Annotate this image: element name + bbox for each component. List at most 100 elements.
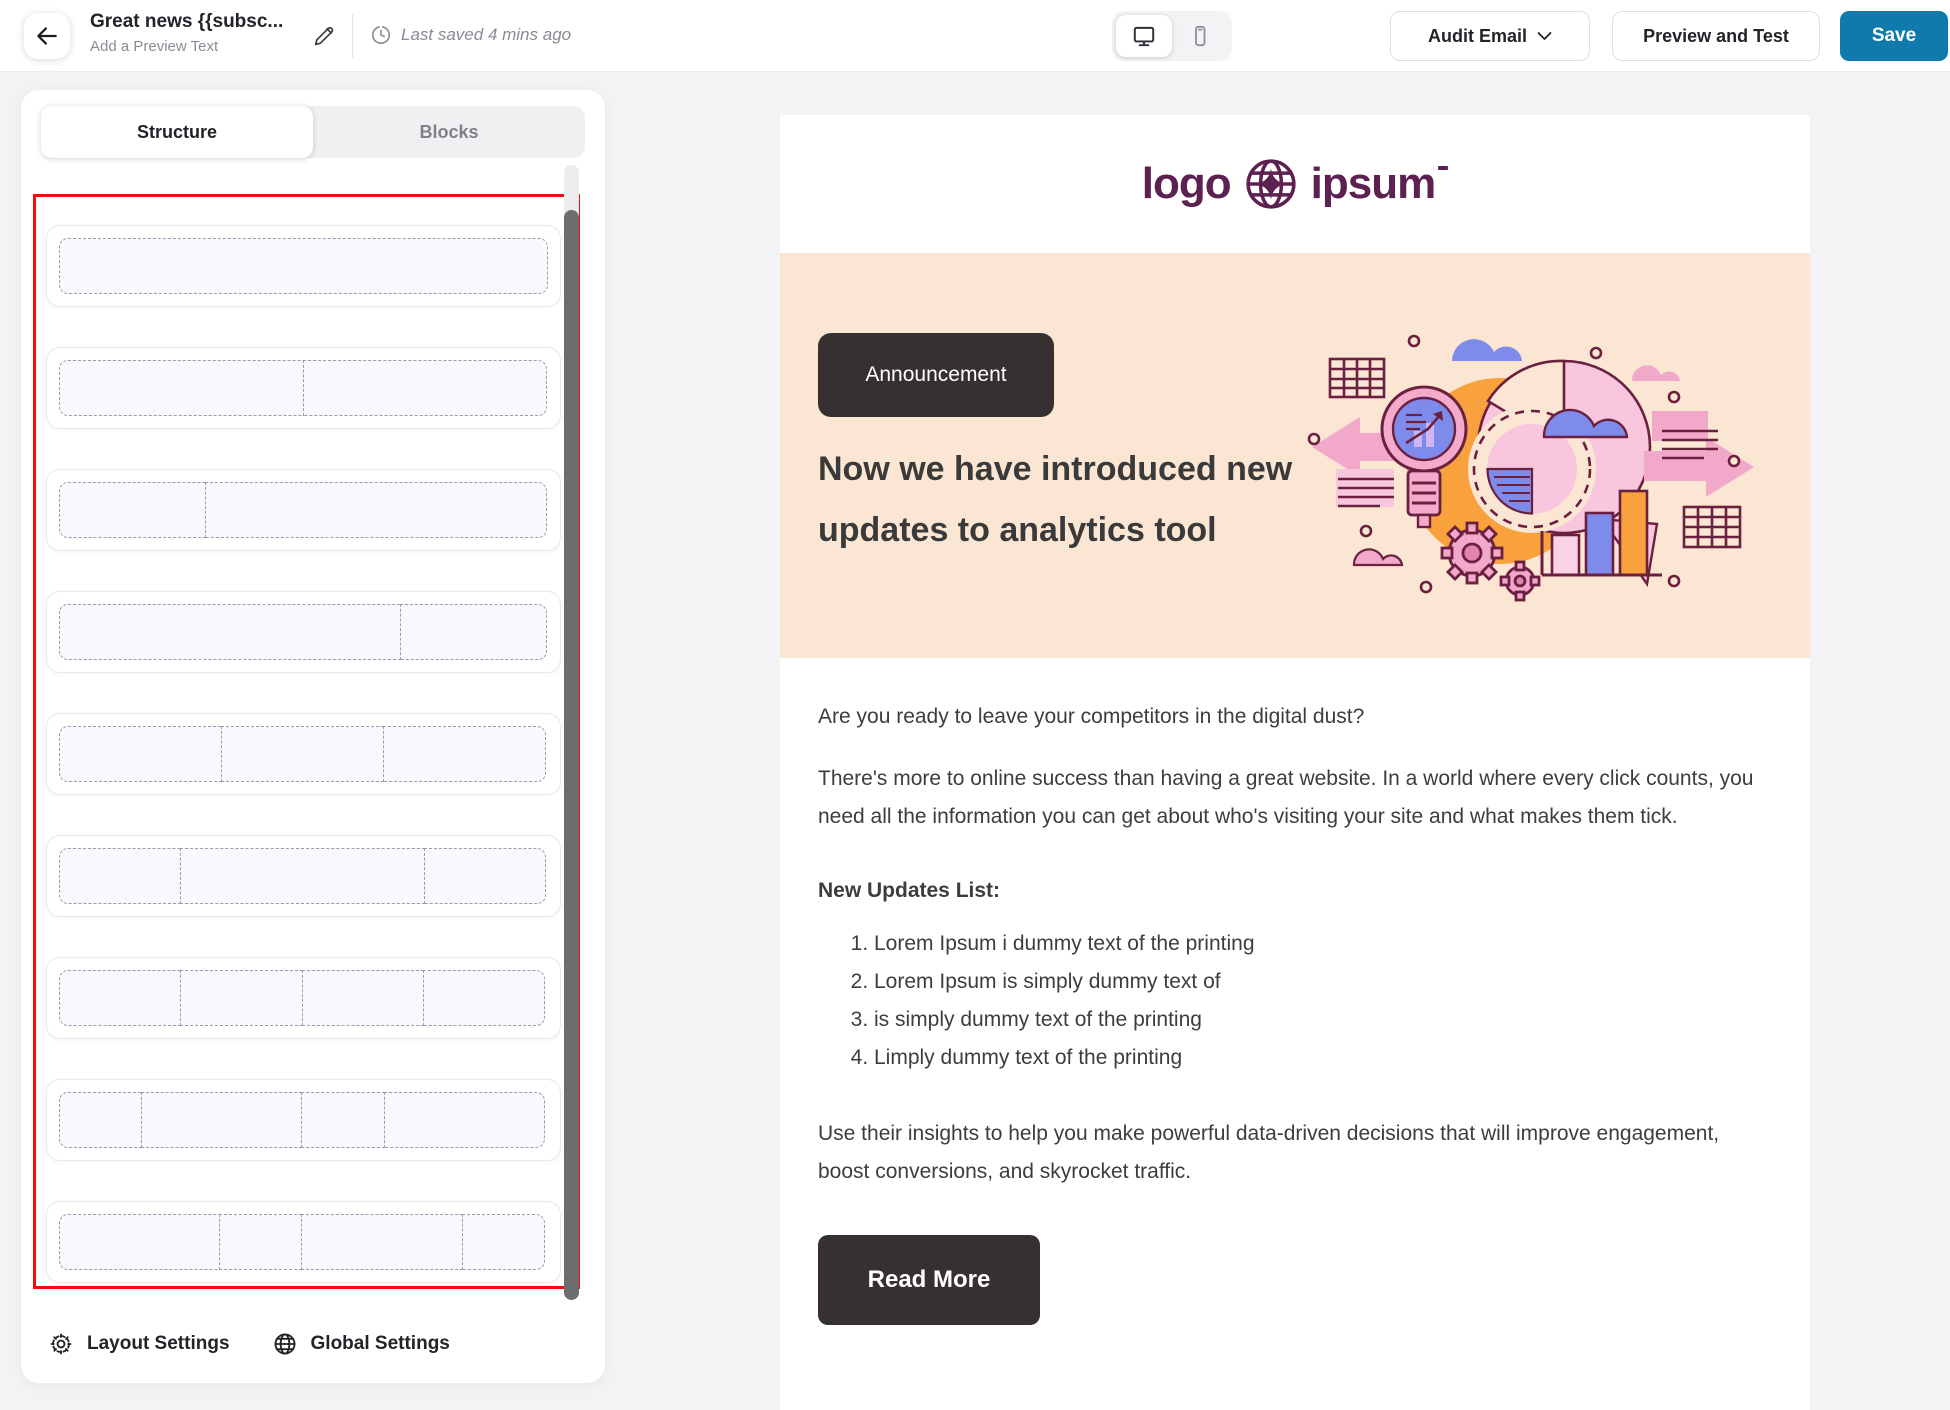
structure-column: [180, 848, 425, 904]
structure-option-2[interactable]: [46, 347, 561, 429]
structure-option-6[interactable]: [46, 835, 561, 917]
structure-option-4[interactable]: [46, 591, 561, 673]
device-preview-toggle: [1112, 11, 1232, 61]
structure-option-1[interactable]: [46, 225, 561, 307]
structure-option-columns: [59, 604, 548, 660]
structure-column: [301, 1092, 384, 1148]
updates-list-item[interactable]: Lorem Ipsum i dummy text of the printing: [874, 925, 1772, 963]
structure-option-columns: [59, 970, 548, 1026]
structure-option-3[interactable]: [46, 469, 561, 551]
layout-settings-label: Layout Settings: [87, 1333, 230, 1355]
structure-option-8[interactable]: [46, 1079, 561, 1161]
analytics-illustration: [1302, 319, 1772, 615]
structure-option-columns: [59, 726, 548, 782]
mobile-icon: [1188, 24, 1212, 48]
structure-column: [383, 726, 546, 782]
logo-word-right-text: ipsum: [1311, 159, 1436, 208]
structure-column: [59, 604, 401, 660]
layout-settings-button[interactable]: Layout Settings: [48, 1331, 230, 1357]
document-title-block: Great news {{subsc... Add a Preview Text: [90, 10, 283, 58]
structure-column: [59, 848, 181, 904]
structure-option-columns: [59, 1092, 548, 1148]
list-title[interactable]: New Updates List:: [818, 872, 1772, 910]
edit-title-icon[interactable]: [312, 24, 336, 48]
structure-option-9[interactable]: [46, 1201, 561, 1283]
editor-main-area: Structure Blocks Layout Settings Global …: [0, 72, 1950, 1410]
structure-option-7[interactable]: [46, 957, 561, 1039]
updates-list-item[interactable]: is simply dummy text of the printing: [874, 1001, 1772, 1039]
preview-text-link[interactable]: Add a Preview Text: [90, 36, 283, 58]
structure-column: [59, 482, 206, 538]
email-body[interactable]: Are you ready to leave your competitors …: [780, 658, 1810, 1325]
paragraph-intro[interactable]: Are you ready to leave your competitors …: [818, 698, 1772, 736]
gear-icon: [48, 1331, 74, 1357]
audit-email-label: Audit Email: [1428, 26, 1527, 47]
structure-column: [301, 1214, 462, 1270]
structure-column: [59, 238, 548, 294]
logo-word-right: ipsum: [1311, 159, 1449, 209]
tab-blocks[interactable]: Blocks: [313, 106, 585, 158]
structure-column: [423, 970, 545, 1026]
last-saved-text: Last saved 4 mins ago: [401, 25, 571, 45]
sidebar-scrollbar-thumb[interactable]: [564, 210, 579, 1300]
email-canvas[interactable]: logo ipsum Announcement Now we have intr…: [780, 115, 1810, 1410]
structure-option-columns: [59, 238, 548, 294]
structure-column: [59, 1092, 142, 1148]
global-settings-label: Global Settings: [311, 1333, 450, 1355]
global-settings-button[interactable]: Global Settings: [272, 1331, 450, 1357]
structure-options-list: [33, 194, 580, 1289]
structure-column: [400, 604, 547, 660]
tab-structure[interactable]: Structure: [41, 106, 313, 158]
structure-column: [59, 970, 181, 1026]
left-panel: Structure Blocks Layout Settings Global …: [21, 90, 605, 1383]
structure-column: [141, 1092, 302, 1148]
structure-column: [221, 726, 384, 782]
structure-column: [205, 482, 547, 538]
hero-heading[interactable]: Now we have introduced new updates to an…: [818, 439, 1318, 561]
announcement-badge[interactable]: Announcement: [818, 333, 1054, 417]
save-button[interactable]: Save: [1840, 11, 1948, 61]
logo-trademark-mark: [1438, 166, 1448, 170]
updates-list-item[interactable]: Lorem Ipsum is simply dummy text of: [874, 963, 1772, 1001]
structure-option-columns: [59, 848, 548, 904]
structure-column: [303, 360, 548, 416]
preview-and-test-button[interactable]: Preview and Test: [1612, 11, 1820, 61]
panel-tabs: Structure Blocks: [41, 106, 585, 158]
save-label: Save: [1872, 25, 1916, 47]
structure-option-columns: [59, 360, 548, 416]
structure-column: [180, 970, 302, 1026]
logo-word-left: logo: [1142, 159, 1231, 209]
structure-column: [462, 1214, 545, 1270]
clock-icon: [370, 24, 392, 46]
header-divider: [352, 14, 353, 58]
structure-option-columns: [59, 482, 548, 538]
updates-list-item[interactable]: Limply dummy text of the printing: [874, 1039, 1772, 1077]
autosave-status: Last saved 4 mins ago: [370, 24, 571, 46]
panel-footer: Layout Settings Global Settings: [48, 1331, 450, 1357]
logo-globe-icon: [1244, 157, 1298, 211]
audit-email-button[interactable]: Audit Email: [1390, 11, 1590, 61]
structure-column: [424, 848, 546, 904]
structure-column: [302, 970, 424, 1026]
structure-column: [59, 360, 304, 416]
read-more-button[interactable]: Read More: [818, 1235, 1040, 1325]
paragraph-detail[interactable]: There's more to online success than havi…: [818, 760, 1772, 836]
document-title: Great news {{subsc...: [90, 10, 283, 34]
hero-section[interactable]: Announcement Now we have introduced new …: [780, 253, 1810, 658]
top-toolbar: Great news {{subsc... Add a Preview Text…: [0, 0, 1950, 72]
paragraph-closing[interactable]: Use their insights to help you make powe…: [818, 1115, 1772, 1191]
desktop-icon: [1131, 23, 1157, 49]
structure-option-5[interactable]: [46, 713, 561, 795]
structure-column: [59, 1214, 220, 1270]
updates-list[interactable]: Lorem Ipsum i dummy text of the printing…: [818, 925, 1772, 1077]
preview-and-test-label: Preview and Test: [1643, 26, 1789, 47]
email-logo-block[interactable]: logo ipsum: [780, 115, 1810, 253]
desktop-view-button[interactable]: [1116, 15, 1172, 57]
mobile-view-button[interactable]: [1172, 15, 1228, 57]
structure-column: [59, 726, 222, 782]
chevron-down-icon: [1537, 31, 1552, 41]
back-button[interactable]: [24, 13, 70, 59]
globe-icon: [272, 1331, 298, 1357]
structure-column: [384, 1092, 545, 1148]
back-arrow-icon: [34, 23, 60, 49]
